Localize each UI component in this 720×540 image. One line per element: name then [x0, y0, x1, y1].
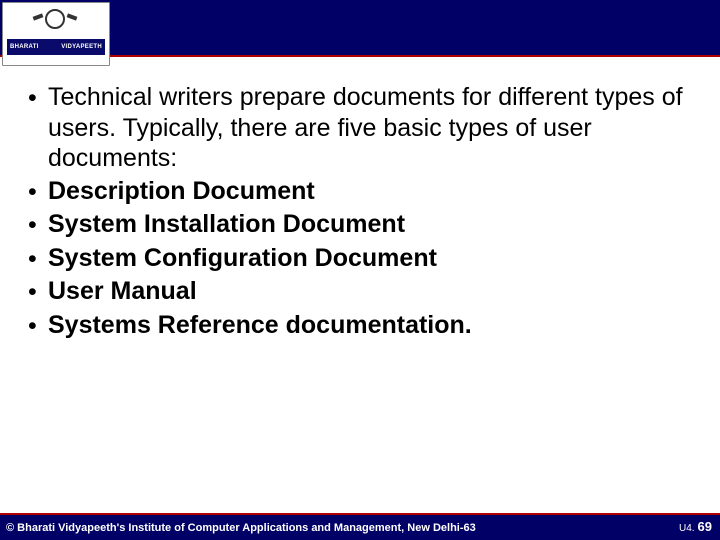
- footer-unit: U4.: [679, 523, 695, 534]
- bullet-item: • Technical writers prepare documents fo…: [28, 82, 692, 174]
- bullet-item: • System Installation Document: [28, 209, 692, 241]
- logo-word-right: VIDYAPEETH: [61, 44, 102, 50]
- bullet-text: System Installation Document: [48, 209, 692, 240]
- bullet-dot-icon: •: [28, 209, 48, 241]
- bullet-text: Technical writers prepare documents for …: [48, 82, 692, 174]
- footer-page-group: U4.69: [679, 519, 712, 534]
- logo-emblem-icon: [37, 5, 73, 35]
- bullet-dot-icon: •: [28, 276, 48, 308]
- bullet-item: • System Configuration Document: [28, 243, 692, 275]
- bullet-item: • Description Document: [28, 176, 692, 208]
- footer-copyright: © Bharati Vidyapeeth's Institute of Comp…: [6, 522, 476, 534]
- bullet-item: • User Manual: [28, 276, 692, 308]
- title-area: User Documentation Verification: [116, 8, 716, 66]
- bullet-dot-icon: •: [28, 310, 48, 342]
- institution-logo: BHARATI VIDYAPEETH: [2, 2, 110, 66]
- bullet-dot-icon: •: [28, 176, 48, 208]
- bullet-item: • Systems Reference documentation.: [28, 310, 692, 342]
- logo-banner: BHARATI VIDYAPEETH: [7, 39, 105, 55]
- title-underline: [116, 52, 540, 55]
- slide: BHARATI VIDYAPEETH User Documentation Ve…: [0, 0, 720, 540]
- body-content: • Technical writers prepare documents fo…: [28, 82, 692, 343]
- bullet-text: Systems Reference documentation.: [48, 310, 692, 341]
- bullet-text: Description Document: [48, 176, 692, 207]
- bullet-dot-icon: •: [28, 243, 48, 275]
- bullet-text: User Manual: [48, 276, 692, 307]
- slide-title: User Documentation Verification: [116, 8, 716, 45]
- footer-bar: © Bharati Vidyapeeth's Institute of Comp…: [0, 512, 720, 540]
- logo-word-left: BHARATI: [10, 44, 39, 50]
- bullet-dot-icon: •: [28, 82, 48, 114]
- bullet-text: System Configuration Document: [48, 243, 692, 274]
- footer-page-number: 69: [698, 519, 712, 534]
